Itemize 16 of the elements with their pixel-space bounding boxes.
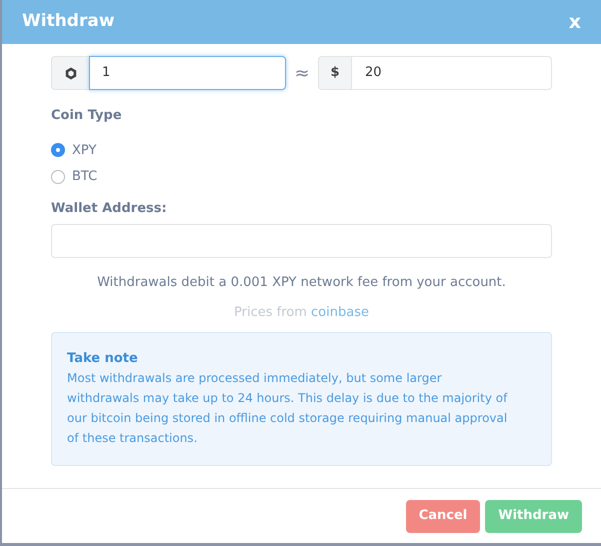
approx-sign: ≈ xyxy=(293,62,311,86)
note-text: Most withdrawals are processed immediately, but some larger withdrawals may take up to 24 hours. This delay is due to the majority of our bitcoin being stored in offline cold storage requiring manual approval of these transactions. xyxy=(67,370,509,447)
coin-type-label: Coin Type xyxy=(51,107,123,125)
wallet-address-label: Wallet Address: xyxy=(51,200,168,218)
currency-addon: $ xyxy=(318,56,351,90)
cancel-button[interactable]: Cancel xyxy=(406,500,480,532)
prices-source: Prices from coinbase xyxy=(233,304,370,322)
usd-field[interactable]: 20 xyxy=(351,56,552,90)
wallet-address-field[interactable] xyxy=(51,224,552,258)
hexagon-icon xyxy=(64,66,76,80)
note-title: Take note xyxy=(67,350,139,368)
amount-field[interactable]: 1 xyxy=(89,56,286,90)
radio-option[interactable]: BTC xyxy=(51,167,98,186)
fee-notice: Withdrawals debit a 0.001 XPY network fee from your account. xyxy=(96,274,507,292)
dialog-title: Withdraw xyxy=(22,10,115,34)
radio-option[interactable]: XPY xyxy=(51,140,96,160)
